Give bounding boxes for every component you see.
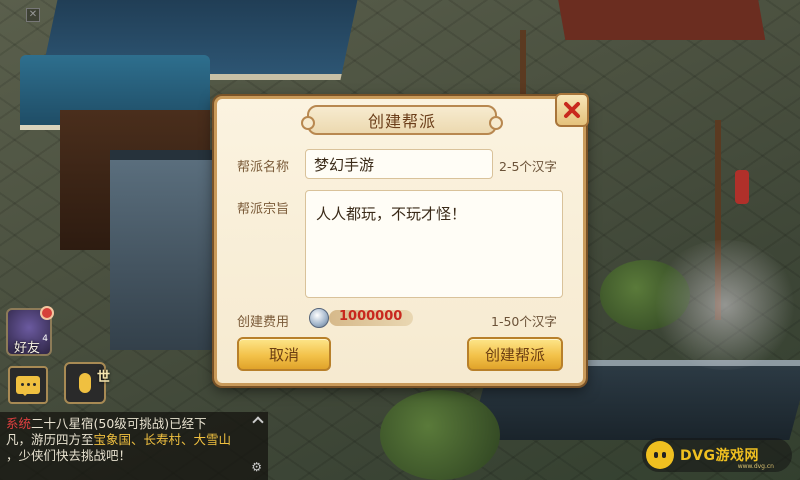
pole	[520, 30, 526, 100]
friends-label: 好友	[14, 341, 41, 356]
guild-motto-input[interactable]: 人人都玩，不玩才怪！	[305, 190, 563, 298]
watermark-logo-icon	[646, 441, 674, 469]
blossom-tree	[650, 240, 800, 370]
watermark-url: www.dvg.cn	[737, 463, 774, 470]
chat-text: 凡，游历四方至	[6, 432, 94, 447]
microphone-icon	[79, 373, 91, 393]
voice-button[interactable]: 世	[64, 362, 110, 404]
chat-highlight: 宝象国、长寿村、大雪山	[93, 432, 232, 447]
creation-cost-value: 1000000	[339, 309, 403, 324]
guild-motto-label: 帮派宗旨	[237, 202, 290, 217]
guild-name-hint: 2-5个汉字	[499, 159, 557, 174]
guild-name-label: 帮派名称	[237, 160, 290, 175]
close-icon	[564, 102, 580, 118]
chat-button[interactable]	[8, 366, 48, 404]
cancel-button[interactable]: 取消	[237, 337, 331, 371]
chat-bubble-icon	[16, 376, 40, 396]
building-roof	[554, 0, 766, 40]
guild-motto-hint: 1-50个汉字	[491, 314, 557, 329]
notification-dot-icon	[40, 306, 54, 320]
chat-line: 凡，游历四方至宝象国、长寿村、大雪山	[6, 432, 262, 448]
friends-count: 4	[42, 334, 48, 344]
close-button[interactable]	[555, 93, 589, 127]
watermark: DVG游戏网 www.dvg.cn	[642, 438, 792, 472]
chat-channel: 系统	[6, 416, 32, 431]
create-guild-button[interactable]: 创建帮派	[467, 337, 563, 371]
chat-line: 系统二十八星宿(50级可挑战)已经下	[6, 416, 262, 432]
close-icon[interactable]: ✕	[26, 8, 40, 22]
tower	[110, 150, 220, 350]
dialog-title-plate: 创建帮派	[301, 105, 503, 135]
creation-cost-label: 创建费用	[237, 315, 290, 330]
tree	[380, 390, 500, 480]
chat-text: 二十八星宿(50级可挑战)已经下	[31, 416, 207, 431]
silver-coin-icon	[309, 308, 329, 328]
gear-icon[interactable]: ⚙	[251, 460, 262, 474]
chat-text: ，少侠们快去挑战吧！	[6, 448, 132, 463]
watermark-text: DVG游戏网	[680, 448, 759, 464]
voice-channel-tag: 世	[96, 370, 110, 385]
guild-name-input[interactable]	[305, 149, 493, 179]
create-guild-dialog: 创建帮派 帮派名称 2-5个汉字 帮派宗旨 人人都玩，不玩才怪！ 创建费用 10…	[214, 93, 589, 386]
lantern	[735, 170, 749, 204]
dialog-title: 创建帮派	[367, 112, 436, 131]
friends-button[interactable]: 4 好友	[6, 306, 54, 356]
chat-box[interactable]: 系统二十八星宿(50级可挑战)已经下 凡，游历四方至宝象国、长寿村、大雪山 ，少…	[0, 412, 268, 480]
chat-line: ，少侠们快去挑战吧！	[6, 448, 262, 464]
top-left-menu[interactable]: ✕	[4, 2, 44, 28]
